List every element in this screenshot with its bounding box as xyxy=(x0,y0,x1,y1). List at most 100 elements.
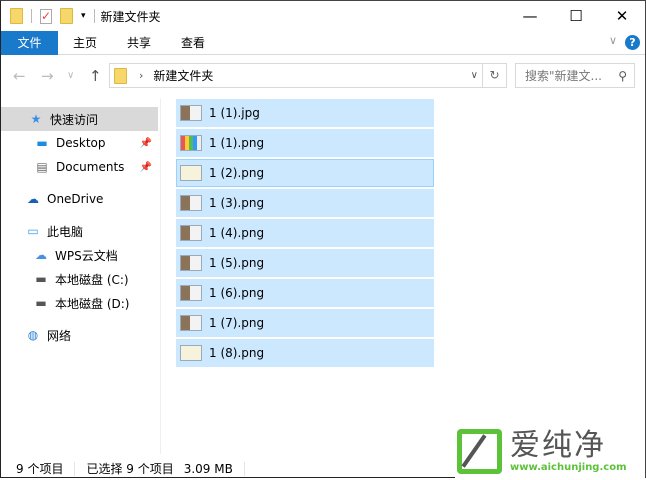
item-count: 9 个项目 xyxy=(16,462,64,476)
close-button[interactable]: ✕ xyxy=(599,1,645,31)
watermark-text: 爱纯净 xyxy=(510,428,606,463)
watermark-logo: 爱纯净 www.aichunjing.com xyxy=(455,425,645,478)
watermark-url: www.aichunjing.com xyxy=(510,462,627,473)
forward-button[interactable]: → xyxy=(41,67,54,85)
image-thumbnail-icon xyxy=(180,285,202,301)
nav-desktop[interactable]: ▬ Desktop 📌 xyxy=(1,131,158,155)
breadcrumb[interactable]: 新建文件夹 xyxy=(153,67,213,84)
cloud-outline-icon: ☁ xyxy=(35,248,47,262)
nav-onedrive[interactable]: ☁ OneDrive xyxy=(1,187,158,211)
document-icon: ▤ xyxy=(36,160,48,174)
image-thumbnail-icon xyxy=(180,195,202,211)
file-name: 1 (5).png xyxy=(209,256,265,270)
nav-label: 此电脑 xyxy=(47,224,84,239)
network-icon: ◍ xyxy=(27,328,39,342)
minimize-button[interactable]: — xyxy=(507,1,553,31)
status-bar: 9 个项目 已选择 9 个项目 3.09 MB xyxy=(16,460,256,477)
divider xyxy=(243,461,245,476)
file-item[interactable]: 1 (4).png xyxy=(176,219,434,247)
nav-documents[interactable]: ▤ Documents 📌 xyxy=(1,155,158,179)
recent-locations-button[interactable]: ∨ xyxy=(67,70,74,81)
tab-share[interactable]: 共享 xyxy=(112,31,166,55)
nav-label: WPS云文档 xyxy=(55,248,118,263)
star-icon: ★ xyxy=(30,112,42,126)
file-name: 1 (7).png xyxy=(209,316,265,330)
title-bar: ✓ ▾ 新建文件夹 — ☐ ✕ xyxy=(1,1,645,31)
file-name: 1 (1).jpg xyxy=(209,106,260,120)
file-item[interactable]: 1 (1).jpg xyxy=(176,99,434,127)
nav-label: OneDrive xyxy=(47,192,104,206)
search-input[interactable]: 搜索"新建文... ⚲ xyxy=(515,63,635,88)
image-thumbnail-icon xyxy=(180,225,202,241)
nav-label: 本地磁盘 (D:) xyxy=(55,296,130,311)
address-dropdown-icon[interactable]: ∨ xyxy=(471,70,478,81)
image-thumbnail-icon xyxy=(180,135,202,151)
image-thumbnail-icon xyxy=(180,345,202,361)
watermark-logo-icon xyxy=(457,429,502,474)
file-item[interactable]: 1 (1).png xyxy=(176,129,434,157)
file-item[interactable]: 1 (6).png xyxy=(176,279,434,307)
customize-toolbar-icon[interactable]: ▾ xyxy=(81,11,86,21)
folder-icon xyxy=(10,8,23,24)
nav-drive-c[interactable]: ▬ 本地磁盘 (C:) xyxy=(1,267,158,291)
image-thumbnail-icon xyxy=(180,255,202,271)
file-name: 1 (8).png xyxy=(209,346,265,360)
drive-icon: ▬ xyxy=(35,272,47,286)
selection-size: 3.09 MB xyxy=(183,461,233,476)
expand-ribbon-icon[interactable]: ∨ xyxy=(609,34,617,47)
properties-icon[interactable]: ✓ xyxy=(40,8,52,24)
up-button[interactable]: ↑ xyxy=(89,67,102,85)
window-title: 新建文件夹 xyxy=(100,9,161,24)
file-item[interactable]: 1 (2).png xyxy=(176,159,434,187)
pin-icon[interactable]: 📌 xyxy=(140,138,152,149)
nav-wps-cloud[interactable]: ☁ WPS云文档 xyxy=(1,243,158,267)
nav-label: 快速访问 xyxy=(50,112,99,127)
computer-icon: ▭ xyxy=(27,224,39,238)
divider xyxy=(31,9,32,23)
nav-label: 本地磁盘 (C:) xyxy=(55,272,129,287)
file-item[interactable]: 1 (5).png xyxy=(176,249,434,277)
nav-this-pc[interactable]: ▭ 此电脑 xyxy=(1,219,158,243)
tab-home[interactable]: 主页 xyxy=(58,31,112,55)
maximize-button[interactable]: ☐ xyxy=(553,1,599,31)
file-name: 1 (3).png xyxy=(209,196,265,210)
folder-icon xyxy=(114,67,127,84)
divider xyxy=(93,9,95,23)
back-button[interactable]: ← xyxy=(13,67,26,85)
quick-access-toolbar: ✓ ▾ xyxy=(1,8,95,24)
address-bar[interactable]: › 新建文件夹 ∨ ↻ xyxy=(109,63,507,88)
drive-icon: ▬ xyxy=(35,296,47,310)
nav-quick-access[interactable]: ★ 快速访问 xyxy=(1,107,158,131)
file-explorer-window: ✓ ▾ 新建文件夹 — ☐ ✕ 文件 主页 共享 查看 ∨ ? ← → ∨ ↑ … xyxy=(0,0,646,478)
help-icon[interactable]: ? xyxy=(625,35,640,50)
image-thumbnail-icon xyxy=(180,165,202,181)
file-name: 1 (6).png xyxy=(209,286,265,300)
search-placeholder: 搜索"新建文... xyxy=(525,69,602,83)
navigation-pane: ★ 快速访问 ▬ Desktop 📌 ▤ Documents 📌 ☁ OneDr… xyxy=(1,99,161,454)
divider xyxy=(74,461,76,476)
ribbon-tabs: 文件 主页 共享 查看 ∨ ? xyxy=(1,30,645,55)
chevron-right-icon[interactable]: › xyxy=(139,69,143,82)
nav-network[interactable]: ◍ 网络 xyxy=(1,323,158,347)
refresh-button[interactable]: ↻ xyxy=(482,64,506,87)
address-row: ← → ∨ ↑ › 新建文件夹 ∨ ↻ 搜索"新建文... ⚲ xyxy=(1,63,645,88)
pin-icon[interactable]: 📌 xyxy=(140,162,152,173)
desktop-icon: ▬ xyxy=(36,136,48,150)
nav-label: Documents xyxy=(56,160,125,174)
image-thumbnail-icon xyxy=(180,315,202,331)
selection-count: 已选择 9 个项目 xyxy=(86,462,174,476)
file-item[interactable]: 1 (3).png xyxy=(176,189,434,217)
file-item[interactable]: 1 (8).png xyxy=(176,339,434,367)
tab-view[interactable]: 查看 xyxy=(166,31,220,55)
file-name: 1 (4).png xyxy=(209,226,265,240)
tab-file[interactable]: 文件 xyxy=(1,30,58,55)
search-icon: ⚲ xyxy=(618,68,627,83)
nav-drive-d[interactable]: ▬ 本地磁盘 (D:) xyxy=(1,291,158,315)
new-folder-icon[interactable] xyxy=(60,8,73,24)
nav-label: Desktop xyxy=(56,136,106,150)
file-name: 1 (2).png xyxy=(209,166,265,180)
file-name: 1 (1).png xyxy=(209,136,265,150)
file-item[interactable]: 1 (7).png xyxy=(176,309,434,337)
nav-label: 网络 xyxy=(47,328,72,343)
file-list: 1 (1).jpg 1 (1).png 1 (2).png 1 (3).png … xyxy=(176,99,434,369)
